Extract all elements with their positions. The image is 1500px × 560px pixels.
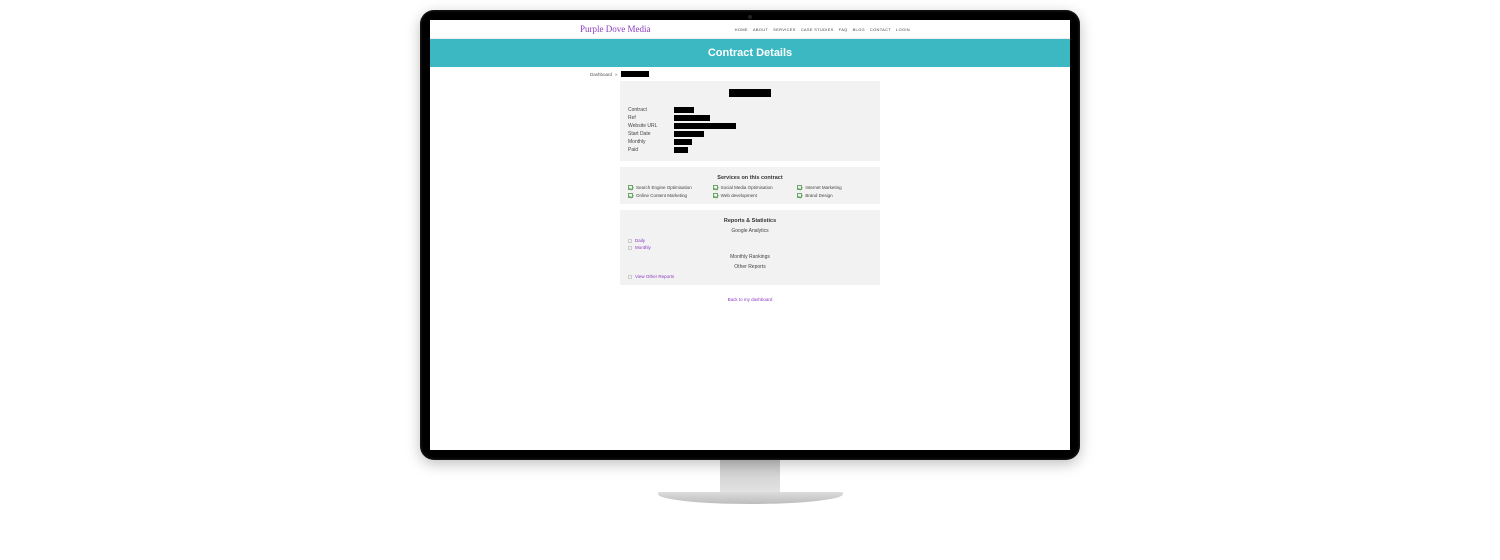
service-item: Online Content Marketing [628,193,703,198]
detail-paid: Paid [628,147,872,153]
other-links: View Other Reports [628,274,872,279]
nav-about[interactable]: ABOUT [753,27,768,32]
screen: Purple Dove Media HOME ABOUT SERVICES CA… [430,20,1070,450]
check-icon [797,185,802,190]
breadcrumb-current-redacted [621,71,649,77]
nav-faq[interactable]: FAQ [839,27,848,32]
nav-services[interactable]: SERVICES [773,27,796,32]
breadcrumb-root[interactable]: Dashboard [590,72,612,77]
nav-case-studies[interactable]: CASE STUDIES [801,27,834,32]
reports-panel: Reports & Statistics Google Analytics Da… [620,210,880,285]
detail-start: Start Date [628,131,872,137]
check-icon [713,185,718,190]
monitor-stand-neck [720,460,780,492]
bullet-icon [628,239,632,243]
back-to-dashboard-link[interactable]: Back to my dashboard [430,291,1070,308]
contract-summary-panel: Contract Ref Website URL Start Date [620,81,880,161]
value-redacted [674,139,692,145]
service-item: Social Media Optimisation [713,185,788,190]
services-title: Services on this contract [628,175,872,181]
value-redacted [674,147,688,153]
reports-title: Reports & Statistics [628,218,872,224]
service-item: Search Engine Optimisation [628,185,703,190]
brand-logo[interactable]: Purple Dove Media [580,24,650,34]
detail-ref: Ref [628,115,872,121]
check-icon [797,193,802,198]
view-other-reports-link[interactable]: View Other Reports [628,274,872,279]
monitor-frame: Purple Dove Media HOME ABOUT SERVICES CA… [420,10,1080,460]
value-redacted [674,123,736,129]
contract-name-redacted [729,89,771,97]
monitor-stand-base [658,492,843,504]
nav: HOME ABOUT SERVICES CASE STUDIES FAQ BLO… [735,27,910,32]
breadcrumb-sep: » [615,72,618,77]
services-grid: Search Engine Optimisation Social Media … [628,185,872,198]
service-item: Internet Marketing [797,185,872,190]
nav-contact[interactable]: CONTACT [870,27,891,32]
reports-ga: Google Analytics [628,228,872,234]
value-redacted [674,115,710,121]
services-panel: Services on this contract Search Engine … [620,167,880,204]
value-redacted [674,107,694,113]
bullet-icon [628,275,632,279]
service-item: Brand Design [797,193,872,198]
check-icon [628,193,633,198]
detail-website: Website URL [628,123,872,129]
service-item: Web development [713,193,788,198]
check-icon [713,193,718,198]
breadcrumb: Dashboard » [430,67,1070,81]
nav-login[interactable]: LOGIN [896,27,910,32]
detail-monthly: Monthly [628,139,872,145]
monitor-mockup: Purple Dove Media HOME ABOUT SERVICES CA… [420,10,1080,550]
value-redacted [674,131,704,137]
reports-other: Other Reports [628,264,872,270]
detail-contract: Contract [628,107,872,113]
page-title: Contract Details [708,47,792,59]
topbar: Purple Dove Media HOME ABOUT SERVICES CA… [430,20,1070,39]
ga-monthly-link[interactable]: Monthly [628,245,872,250]
check-icon [628,185,633,190]
ga-daily-link[interactable]: Daily [628,238,872,243]
nav-blog[interactable]: BLOG [853,27,865,32]
bullet-icon [628,246,632,250]
reports-monthly-rankings: Monthly Rankings [628,254,872,260]
nav-home[interactable]: HOME [735,27,748,32]
ga-links: Daily Monthly [628,238,872,250]
page-banner: Contract Details [430,39,1070,67]
